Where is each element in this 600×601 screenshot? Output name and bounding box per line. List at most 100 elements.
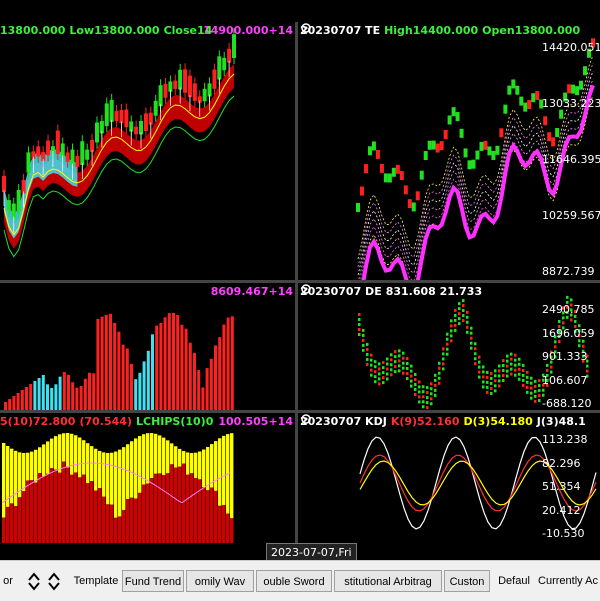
de-dot bbox=[442, 357, 445, 361]
tab-family-wave[interactable]: omily Wav bbox=[186, 570, 254, 592]
candle bbox=[60, 143, 65, 158]
de-dot bbox=[398, 364, 401, 368]
chips-bar bbox=[50, 438, 54, 469]
candle bbox=[222, 57, 227, 71]
de-dot bbox=[402, 371, 405, 375]
volume-bar bbox=[96, 318, 100, 410]
chips-bar bbox=[130, 441, 134, 498]
main-chart-left[interactable]: 14900.000+14 bbox=[0, 22, 295, 280]
tab-fund-trend[interactable]: Fund Trend bbox=[122, 570, 184, 592]
candle bbox=[70, 149, 75, 166]
de-dot bbox=[362, 333, 365, 337]
candle bbox=[431, 140, 436, 150]
candle bbox=[495, 145, 500, 155]
chips-bar bbox=[150, 478, 154, 543]
de-dot bbox=[534, 399, 537, 403]
volume-chart-left[interactable]: 8609.467+14 bbox=[0, 283, 295, 410]
candle bbox=[515, 85, 520, 95]
gear-icon[interactable] bbox=[300, 413, 312, 425]
chips-bar bbox=[78, 437, 82, 478]
candle bbox=[511, 79, 516, 89]
chips-bar bbox=[194, 452, 198, 479]
de-dot bbox=[470, 346, 473, 350]
de-dot bbox=[370, 358, 373, 362]
de-dot bbox=[526, 390, 529, 394]
volume-bar bbox=[155, 325, 159, 410]
de-dot bbox=[422, 405, 425, 409]
de-dot bbox=[474, 342, 477, 346]
de-dot bbox=[434, 373, 437, 377]
chips-bar bbox=[122, 447, 126, 511]
candle bbox=[143, 113, 148, 132]
de-dot bbox=[478, 355, 481, 359]
candle bbox=[447, 115, 452, 125]
axis-tick-label: -10.530 bbox=[542, 527, 585, 540]
tab-template[interactable]: Template bbox=[70, 570, 122, 592]
chips-bar bbox=[118, 516, 122, 543]
main-chart-right[interactable]: 20230707 TE High14400.000 Open13800.000 14… bbox=[298, 22, 600, 280]
candle bbox=[499, 128, 504, 138]
header-value: Low13800.000 bbox=[69, 24, 160, 37]
candle bbox=[363, 164, 368, 174]
tab-custom[interactable]: Custon bbox=[444, 570, 490, 592]
de-dot bbox=[418, 380, 421, 384]
axis-tick-label: 2490.785 bbox=[542, 303, 595, 316]
de-dot bbox=[498, 364, 501, 368]
tab-default[interactable]: Defaul bbox=[494, 570, 534, 592]
volume-bar bbox=[134, 379, 138, 410]
de-chart-right[interactable]: 20230707 DE 831.608 21.733 2490.785 1696.0… bbox=[298, 283, 600, 410]
header-value: D(3)54.180 bbox=[463, 415, 533, 428]
de-dot bbox=[366, 362, 369, 366]
gear-icon[interactable] bbox=[300, 283, 312, 295]
candle bbox=[419, 170, 424, 180]
gear-icon[interactable] bbox=[300, 22, 312, 34]
chips-bar bbox=[90, 481, 94, 543]
arrow-up-down-icon[interactable] bbox=[26, 571, 66, 591]
de-dot bbox=[482, 385, 485, 389]
volume-bar bbox=[197, 369, 201, 410]
chips-chart-left[interactable]: 100.505+14 bbox=[0, 413, 295, 543]
candle bbox=[217, 56, 222, 80]
price-axis: 14420.051 13033.223 11646.395 10259.567 8872… bbox=[540, 22, 600, 280]
de-dot bbox=[390, 363, 393, 367]
tab-double-sword[interactable]: ouble Sword bbox=[256, 570, 332, 592]
volume-bar bbox=[62, 372, 66, 410]
candle bbox=[94, 122, 99, 143]
kdj-chart-right[interactable]: 20230707 KDJ K(9)52.160 D(3)54.180 J(3)48.1… bbox=[298, 413, 600, 543]
candle bbox=[85, 149, 90, 160]
tab-currently-active[interactable]: Currently Ac bbox=[536, 570, 600, 592]
chips-bar bbox=[226, 513, 230, 543]
chips-bar bbox=[62, 433, 66, 462]
de-dot bbox=[510, 352, 513, 356]
de-dot bbox=[442, 362, 445, 366]
de-dot bbox=[482, 370, 485, 374]
de-dot bbox=[382, 376, 385, 380]
chips-bar bbox=[154, 473, 158, 543]
candle bbox=[395, 164, 400, 174]
de-dot bbox=[438, 371, 441, 375]
axis-tick-label: 20.412 bbox=[542, 503, 581, 517]
candle bbox=[427, 140, 432, 150]
de-dot bbox=[426, 406, 429, 410]
axis-tick-label: 14420.051 bbox=[542, 41, 600, 54]
de-dot bbox=[526, 385, 529, 389]
candle bbox=[178, 69, 183, 90]
volume-bar bbox=[8, 399, 12, 410]
de-dot bbox=[430, 397, 433, 401]
chips-bar bbox=[222, 505, 226, 543]
horizontal-divider[interactable] bbox=[0, 410, 600, 413]
de-dot bbox=[446, 337, 449, 341]
chips-bar bbox=[230, 433, 234, 519]
volume-bar bbox=[226, 317, 230, 410]
candle bbox=[455, 112, 460, 122]
de-dot bbox=[526, 370, 529, 374]
horizontal-divider[interactable] bbox=[0, 280, 600, 283]
tab-institutional-arbitrage[interactable]: stitutional Arbitrag bbox=[334, 570, 442, 592]
volume-bar bbox=[41, 375, 45, 410]
chips-bar bbox=[142, 484, 146, 543]
tab-or[interactable]: or bbox=[0, 570, 16, 592]
candle bbox=[407, 199, 412, 209]
volume-bar bbox=[79, 386, 83, 410]
chips-bar bbox=[102, 452, 106, 497]
chips-bar bbox=[230, 518, 234, 543]
